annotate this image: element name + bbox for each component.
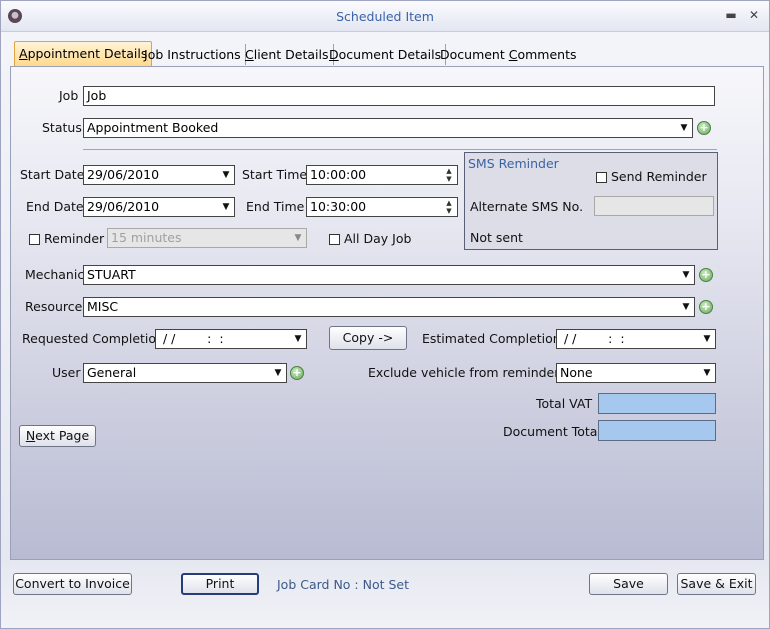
start-date-label: Start Date [20, 167, 85, 182]
reminder-select: 15 minutes ▼ [107, 228, 307, 248]
next-page-button[interactable]: Next Page [19, 425, 96, 447]
job-input[interactable]: Job [83, 86, 715, 106]
add-status-plus-icon[interactable]: + [697, 121, 711, 135]
resource-select[interactable]: MISC ▼ [83, 297, 695, 317]
mechanic-select[interactable]: STUART ▼ [83, 265, 695, 285]
chevron-down-icon: ▼ [682, 270, 690, 280]
tab-appointment-details[interactable]: Appointment Details [14, 41, 153, 66]
start-date-picker[interactable]: 29/06/2010 ▼ [83, 165, 235, 185]
spinner-icon[interactable]: ▲ ▼ [442, 167, 456, 183]
all-day-job-label: All Day Job [344, 231, 412, 246]
chevron-down-icon: ▼ [294, 233, 302, 243]
save-button[interactable]: Save [589, 573, 668, 595]
divider [83, 149, 717, 150]
footer-bar: Convert to Invoice Print Job Card No : N… [1, 561, 769, 628]
alternate-sms-label: Alternate SMS No. [470, 199, 584, 214]
tab-document-details[interactable]: Document Details [325, 44, 447, 65]
tab-client-details[interactable]: Client Details [241, 44, 334, 65]
tab-job-instructions[interactable]: Job Instructions [140, 44, 246, 65]
add-user-plus-icon[interactable]: + [290, 366, 304, 380]
convert-to-invoice-button[interactable]: Convert to Invoice [13, 573, 132, 595]
appointment-details-panel: Job Job Status Appointment Booked ▼ + St… [10, 66, 764, 560]
user-label: User [52, 365, 81, 380]
window-title: Scheduled Item [336, 9, 434, 24]
chevron-down-icon: ▼ [703, 368, 711, 378]
end-date-label: End Date [26, 199, 84, 214]
status-select[interactable]: Appointment Booked ▼ [83, 118, 693, 138]
total-vat-label: Total VAT [536, 396, 593, 411]
copy-button[interactable]: Copy -> [329, 326, 407, 350]
all-day-job-checkbox[interactable] [329, 234, 340, 245]
add-mechanic-plus-icon[interactable]: + [699, 268, 713, 282]
document-total-field [598, 420, 716, 441]
status-label: Status [42, 120, 82, 135]
chevron-down-icon: ▼ [222, 202, 230, 212]
sms-reminder-group: SMS Reminder Send Reminder Alternate SMS… [464, 152, 718, 250]
send-reminder-label: Send Reminder [611, 169, 707, 184]
chevron-down-icon: ▼ [294, 334, 302, 344]
estimated-completion-label: Estimated Completion [422, 331, 561, 346]
alternate-sms-input [594, 196, 714, 216]
send-reminder-checkbox[interactable] [596, 172, 607, 183]
job-card-number: Job Card No : Not Set [277, 577, 410, 592]
chevron-down-icon: ▼ [680, 123, 688, 133]
resource-label: Resource [25, 299, 83, 314]
add-resource-plus-icon[interactable]: + [699, 300, 713, 314]
end-date-picker[interactable]: 29/06/2010 ▼ [83, 197, 235, 217]
document-total-label: Document Total [503, 424, 601, 439]
reminder-label: Reminder [44, 231, 105, 246]
requested-completion-picker[interactable]: / / : : ▼ [155, 329, 307, 349]
end-time-input[interactable]: 10:30:00 ▲ ▼ [306, 197, 458, 217]
scheduled-item-window: Scheduled Item ▬ ✕ Appointment Details J… [0, 0, 770, 629]
reminder-checkbox[interactable] [29, 234, 40, 245]
user-select[interactable]: General ▼ [83, 363, 287, 383]
requested-completion-label: Requested Completion [22, 331, 164, 346]
title-bar: Scheduled Item ▬ ✕ [1, 1, 769, 32]
chevron-down-icon: ▼ [682, 302, 690, 312]
minimize-icon[interactable]: ▬ [723, 7, 739, 23]
chevron-down-icon: ▼ [274, 368, 282, 378]
end-time-label: End Time [246, 199, 305, 214]
estimated-completion-picker[interactable]: / / : : ▼ [556, 329, 716, 349]
save-and-exit-button[interactable]: Save & Exit [677, 573, 756, 595]
mechanic-label: Mechanic [25, 267, 85, 282]
spinner-icon[interactable]: ▲ ▼ [442, 199, 456, 215]
close-icon[interactable]: ✕ [746, 7, 762, 23]
sms-status: Not sent [470, 230, 523, 245]
print-button[interactable]: Print [181, 573, 259, 595]
chevron-down-icon: ▼ [703, 334, 711, 344]
chevron-down-icon: ▼ [222, 170, 230, 180]
total-vat-field [598, 393, 716, 414]
tab-document-comments[interactable]: Document Comments [436, 44, 581, 65]
start-time-input[interactable]: 10:00:00 ▲ ▼ [306, 165, 458, 185]
exclude-reminders-label: Exclude vehicle from reminders [368, 365, 566, 380]
exclude-reminders-select[interactable]: None ▼ [556, 363, 716, 383]
sms-reminder-title: SMS Reminder [468, 156, 559, 171]
start-time-label: Start Time [242, 167, 308, 182]
job-label: Job [59, 88, 79, 103]
tab-strip: Appointment Details Job Instructions Cli… [10, 41, 764, 67]
